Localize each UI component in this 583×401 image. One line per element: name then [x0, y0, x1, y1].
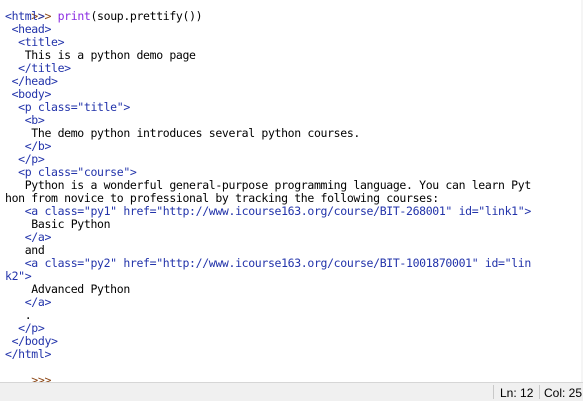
final-prompt-line[interactable]: >>> — [5, 361, 58, 383]
status-bar: Ln: 12 Col: 25 — [0, 382, 583, 401]
output-line: <a class="py2" href="http://www.icourse1… — [5, 256, 532, 270]
status-divider — [539, 385, 540, 399]
status-divider — [493, 385, 494, 399]
status-line-number: Ln: 12 — [500, 386, 534, 400]
print-keyword: print — [57, 9, 91, 23]
command-arguments: (soup.prettify()) — [90, 9, 203, 23]
shell-prompt-final: >>> — [31, 373, 58, 383]
output-line: The demo python introduces several pytho… — [5, 126, 360, 140]
output-line: </html> — [5, 347, 52, 361]
shell-output-area[interactable]: >>> print(soup.prettify()) <html> <head>… — [0, 0, 583, 382]
status-column-number: Col: 25 — [544, 386, 583, 400]
